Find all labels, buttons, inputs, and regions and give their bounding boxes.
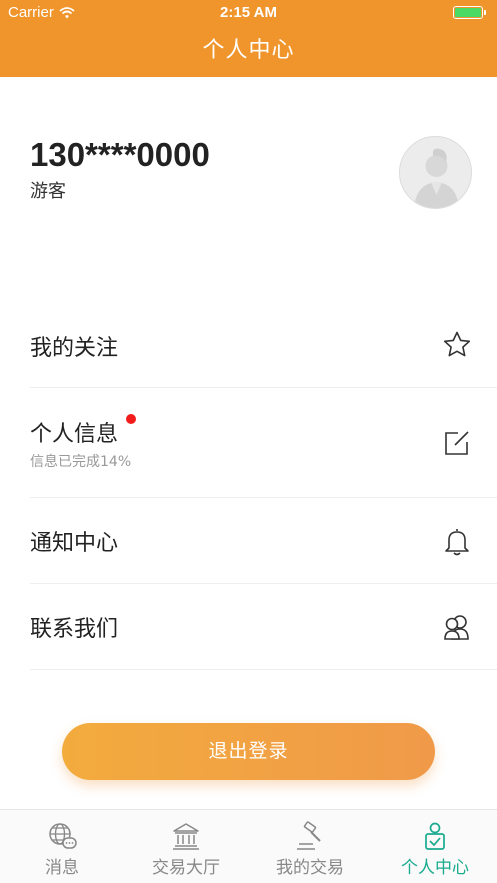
tab-trading-hall-label: 交易大厅 — [152, 858, 220, 878]
tab-trading-hall[interactable]: 交易大厅 — [124, 810, 248, 883]
follow-label: 我的关注 — [30, 336, 119, 361]
notification-dot — [126, 414, 136, 424]
tab-my-trades-label: 我的交易 — [276, 858, 344, 878]
bank-icon — [173, 823, 199, 850]
info-label: 个人信息 — [30, 422, 119, 447]
profile-phone: 130****0000 — [30, 136, 210, 173]
contact-label: 联系我们 — [30, 617, 119, 642]
star-icon — [443, 331, 471, 357]
menu-item-follow[interactable]: 我的关注 — [30, 302, 497, 388]
user-silhouette-icon — [414, 148, 459, 208]
tab-messages[interactable]: 消息 — [0, 810, 124, 883]
logout-button[interactable]: 退出登录 — [62, 723, 435, 780]
tab-profile-label: 个人中心 — [401, 858, 469, 878]
edit-icon — [445, 431, 469, 455]
globe-chat-icon — [49, 823, 77, 849]
menu-item-notify[interactable]: 通知中心 — [30, 498, 497, 584]
tab-bar: 消息 交易大厅 我的交易 个人中心 — [0, 809, 497, 883]
tab-my-trades[interactable]: 我的交易 — [248, 810, 372, 883]
menu-item-contact[interactable]: 联系我们 — [30, 584, 497, 670]
menu-item-info[interactable]: 个人信息 信息已完成14% — [30, 388, 497, 498]
notify-label: 通知中心 — [30, 531, 119, 556]
page-title: 个人中心 — [202, 38, 295, 63]
bell-icon — [445, 529, 469, 556]
tab-messages-label: 消息 — [45, 858, 79, 878]
status-bar: Carrier 2:15 AM — [0, 0, 497, 26]
contacts-icon — [444, 615, 469, 640]
info-progress-text: 信息已完成14% — [30, 454, 132, 470]
person-badge-icon — [425, 822, 445, 850]
nav-header: Carrier 2:15 AM 个人中心 — [0, 0, 497, 77]
tab-profile[interactable]: 个人中心 — [373, 810, 497, 883]
avatar[interactable] — [399, 136, 472, 209]
gavel-icon — [297, 821, 321, 850]
battery-icon — [453, 6, 486, 19]
profile-role: 游客 — [30, 181, 66, 202]
status-time: 2:15 AM — [220, 4, 277, 21]
